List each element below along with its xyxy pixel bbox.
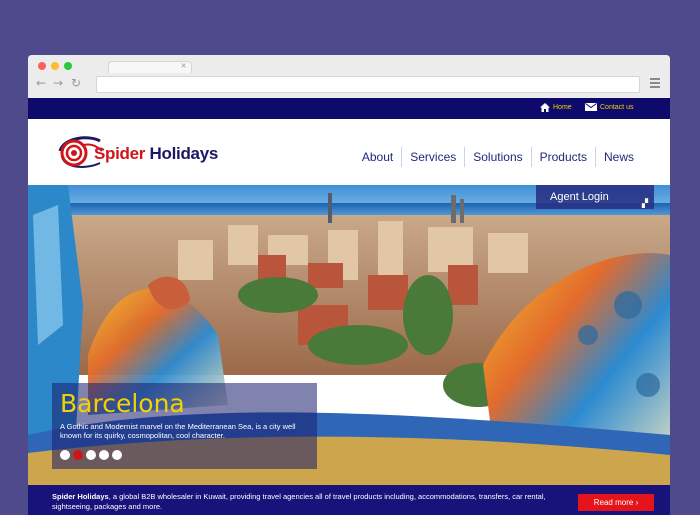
agent-login-label: Agent Login <box>550 191 609 203</box>
intro-company-name: Spider Holidays <box>52 492 109 501</box>
logo-wordmark: Spider Holidays <box>94 144 218 164</box>
slide-dot-3[interactable] <box>86 450 96 460</box>
logo-word-spider: Spider <box>94 144 146 163</box>
spider-holidays-logo[interactable]: Spider Holidays <box>56 133 236 173</box>
contact-link-label: Contact us <box>600 103 634 111</box>
browser-chrome: × ← → ↻ <box>28 55 670 99</box>
logo-word-holidays: Holidays <box>149 144 219 163</box>
back-icon[interactable]: ← <box>36 76 46 90</box>
forward-icon[interactable]: → <box>53 76 63 90</box>
browser-menu-icon[interactable] <box>650 78 660 88</box>
site-header: Spider Holidays About Services Solutions… <box>28 119 670 185</box>
hero-slider: Agent Login ▞ Barcelona A Gothic and Mod… <box>28 185 670 485</box>
slide-dot-1[interactable] <box>60 450 70 460</box>
slide-title: Barcelona <box>60 389 185 418</box>
browser-window: × ← → ↻ Home Contact us Spider Holidays … <box>28 55 670 515</box>
slide-pagination <box>60 450 122 460</box>
chevron-right-icon: › <box>635 498 639 507</box>
intro-text: Spider Holidays, a global B2B wholesaler… <box>52 492 567 512</box>
slide-dot-4[interactable] <box>99 450 109 460</box>
flag-icon: ▞ <box>641 199 648 208</box>
home-link-label: Home <box>553 104 572 111</box>
nav-item-news[interactable]: News <box>594 147 642 167</box>
home-link[interactable]: Home <box>540 103 572 112</box>
agent-login-button[interactable]: Agent Login ▞ <box>536 185 654 209</box>
nav-item-about[interactable]: About <box>354 147 401 167</box>
read-more-button[interactable]: Read more › <box>578 494 654 511</box>
reload-icon[interactable]: ↻ <box>71 76 81 90</box>
nav-item-products[interactable]: Products <box>530 147 595 167</box>
slide-caption: Barcelona A Gothic and Modernist marvel … <box>52 383 317 469</box>
intro-description: , a global B2B wholesaler in Kuwait, pro… <box>52 492 546 511</box>
slide-dot-2[interactable] <box>73 450 83 460</box>
slide-dot-5[interactable] <box>112 450 122 460</box>
contact-link[interactable]: Contact us <box>585 103 633 111</box>
maximize-window-dot[interactable] <box>64 62 72 70</box>
tab-close-icon[interactable]: × <box>180 61 187 70</box>
home-icon <box>540 103 550 112</box>
browser-tab[interactable]: × <box>108 61 192 73</box>
top-utility-bar: Home Contact us <box>28 98 670 119</box>
slide-description: A Gothic and Modernist marvel on the Med… <box>60 422 296 440</box>
read-more-label: Read more <box>593 498 634 507</box>
envelope-icon <box>585 103 597 111</box>
main-navigation: About Services Solutions Products News <box>354 147 642 167</box>
nav-item-solutions[interactable]: Solutions <box>464 147 530 167</box>
minimize-window-dot[interactable] <box>51 62 59 70</box>
intro-strip: Spider Holidays, a global B2B wholesaler… <box>28 485 670 515</box>
nav-item-services[interactable]: Services <box>401 147 464 167</box>
address-bar[interactable] <box>96 76 640 93</box>
close-window-dot[interactable] <box>38 62 46 70</box>
